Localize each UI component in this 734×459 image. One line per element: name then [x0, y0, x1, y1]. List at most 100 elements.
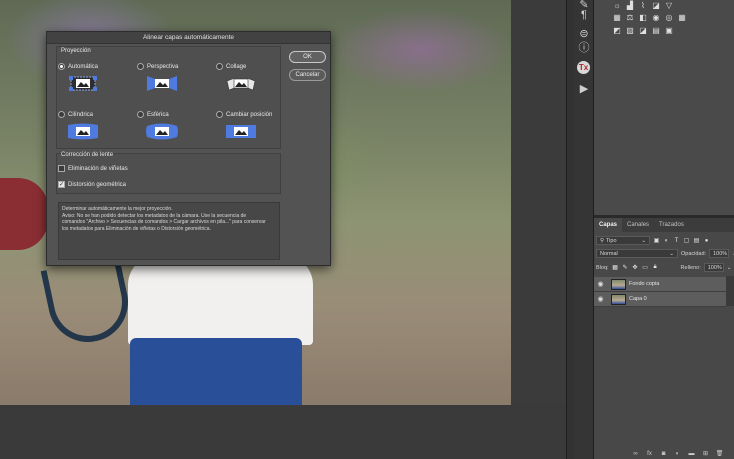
- opacity-field[interactable]: 100%: [709, 249, 730, 258]
- radio-indicator[interactable]: [216, 111, 223, 118]
- blend-mode-dropdown[interactable]: Normal ⌄: [596, 249, 678, 258]
- chevron-down-icon[interactable]: ⌄: [727, 265, 732, 271]
- paragraph-icon[interactable]: ¶: [576, 8, 592, 22]
- adjustment-filter-icon[interactable]: ◐: [663, 237, 670, 244]
- gradient-map-icon[interactable]: ▤: [651, 26, 661, 35]
- link-icon[interactable]: ∞: [632, 450, 639, 457]
- radio-indicator[interactable]: [216, 63, 223, 70]
- play-icon[interactable]: ▶: [576, 81, 592, 95]
- radio-indicator[interactable]: [137, 111, 144, 118]
- layer-filter-dropdown[interactable]: ⚲ Tipo ⌄: [596, 236, 650, 245]
- checkbox-indicator[interactable]: ✓: [58, 181, 65, 188]
- checkbox-eliminacion-vinetas[interactable]: Eliminación de viñetas: [58, 165, 128, 172]
- trash-icon[interactable]: 🗑︎: [716, 450, 724, 457]
- layer-row[interactable]: ◉ Fondo copia: [594, 277, 726, 292]
- exposure-icon[interactable]: ◪: [651, 1, 661, 10]
- checkbox-distorsion-geometrica[interactable]: ✓ Distorsión geométrica: [58, 181, 126, 188]
- info-line: comandos "Archivo > Secuencias de comand…: [62, 219, 266, 225]
- collage-projection-icon: [226, 77, 256, 91]
- levels-icon[interactable]: ▟: [625, 1, 635, 10]
- checkbox-indicator[interactable]: [58, 165, 65, 172]
- layer-filter-row: ⚲ Tipo ⌄ ▣ ◐ T ▢ ▤ ●: [596, 236, 710, 245]
- layers-scrollbar[interactable]: [726, 276, 734, 306]
- auto-align-dialog: Alinear capas automáticamente Proyección…: [46, 31, 331, 266]
- projection-label: Proyección: [61, 48, 91, 54]
- adjustments-row-1: ☼ ▟ ⌇ ◪ ▽: [612, 1, 674, 10]
- blend-mode-value: Normal: [600, 250, 618, 257]
- lock-pixels-icon[interactable]: ✎: [622, 264, 629, 271]
- hue-saturation-icon[interactable]: ▦: [612, 13, 622, 22]
- info-icon[interactable]: ⓘ: [576, 40, 592, 54]
- info-line: los metadatos para Eliminación de viñeta…: [62, 225, 211, 232]
- fill-label: Relleno:: [680, 264, 701, 271]
- pasteboard-right: [511, 0, 566, 405]
- invert-icon[interactable]: ◩: [612, 26, 622, 35]
- selective-color-icon[interactable]: ▣: [664, 26, 674, 35]
- photo-jeans: [130, 338, 302, 405]
- channel-mixer-icon[interactable]: ◎: [664, 13, 674, 22]
- lock-position-icon[interactable]: ✥: [632, 264, 639, 271]
- radio-indicator[interactable]: [58, 111, 65, 118]
- radio-esferica[interactable]: Esférica: [137, 111, 169, 118]
- photo-filter-icon[interactable]: ◉: [651, 13, 661, 22]
- radio-label: Cilíndrica: [68, 111, 94, 118]
- brightness-icon[interactable]: ☼: [612, 1, 622, 10]
- adjustment-layer-icon[interactable]: ◐: [674, 450, 681, 457]
- smart-object-filter-icon[interactable]: ▤: [693, 237, 700, 244]
- radio-perspectiva[interactable]: Perspectiva: [137, 63, 178, 70]
- lock-transparent-icon[interactable]: ▦: [612, 264, 619, 271]
- radio-label: Perspectiva: [147, 63, 179, 70]
- radio-label: Automática: [68, 63, 99, 70]
- eye-icon[interactable]: ◉: [594, 280, 607, 288]
- tab-trazados[interactable]: Trazados: [654, 218, 689, 232]
- black-white-icon[interactable]: ◧: [638, 13, 648, 22]
- layer-thumbnail: [611, 293, 626, 305]
- tab-capas[interactable]: Capas: [594, 218, 623, 232]
- radio-label: Cambiar posición: [226, 111, 273, 118]
- tab-canales[interactable]: Canales: [622, 218, 654, 232]
- radio-collage[interactable]: Collage: [216, 63, 246, 70]
- radio-cambiar-posicion[interactable]: Cambiar posición: [216, 111, 272, 118]
- type-filter-icon[interactable]: T: [673, 237, 680, 244]
- auto-projection-icon: [69, 76, 97, 91]
- properties-icon[interactable]: ⊜: [576, 26, 592, 40]
- folder-icon[interactable]: ▬: [688, 450, 695, 457]
- fx-icon[interactable]: fx: [646, 450, 653, 457]
- filter-toggle-icon[interactable]: ●: [703, 237, 710, 244]
- layers-tabs: Capas Canales Trazados: [594, 218, 734, 232]
- posterize-icon[interactable]: ▨: [625, 26, 635, 35]
- cancel-button[interactable]: Cancelar: [289, 69, 326, 81]
- shape-filter-icon[interactable]: ▢: [683, 237, 690, 244]
- lock-label: Bloq:: [596, 264, 609, 271]
- adjustments-row-3: ◩ ▨ ◪ ▤ ▣: [612, 26, 674, 35]
- lens-correction-label: Corrección de lente: [61, 152, 114, 158]
- lock-artboard-icon[interactable]: ▭: [642, 264, 649, 271]
- photo-arm: [0, 178, 48, 250]
- curves-icon[interactable]: ⌇: [638, 1, 648, 10]
- pasteboard-bottom: [0, 405, 566, 459]
- lock-all-icon[interactable]: 🔒︎: [652, 264, 659, 271]
- mask-icon[interactable]: ◙: [660, 450, 667, 457]
- checkbox-label: Eliminación de viñetas: [68, 165, 128, 172]
- checkbox-label: Distorsión geométrica: [68, 181, 127, 188]
- new-layer-icon[interactable]: ⊞: [702, 450, 709, 457]
- ok-button[interactable]: OK: [289, 51, 326, 63]
- threshold-icon[interactable]: ◪: [638, 26, 648, 35]
- layer-name: Capa 0: [629, 296, 647, 302]
- color-balance-icon[interactable]: ⚖: [625, 13, 635, 22]
- chevron-down-icon: ⌄: [641, 237, 646, 244]
- radio-cilindrica[interactable]: Cilíndrica: [58, 111, 93, 118]
- radio-indicator[interactable]: [137, 63, 144, 70]
- layer-thumbnail: [611, 278, 626, 290]
- radio-indicator[interactable]: [58, 63, 65, 70]
- vibrance-icon[interactable]: ▽: [664, 1, 674, 10]
- fill-field[interactable]: 100%: [703, 263, 724, 272]
- color-lookup-icon[interactable]: ▦: [677, 13, 687, 22]
- pixel-filter-icon[interactable]: ▣: [653, 237, 660, 244]
- radio-automatica[interactable]: Automática: [58, 63, 98, 70]
- layer-row[interactable]: ◉ Capa 0: [594, 292, 726, 307]
- radio-label: Esférica: [147, 111, 169, 118]
- tx-icon[interactable]: Tx: [577, 61, 590, 74]
- radio-label: Collage: [226, 63, 247, 70]
- eye-icon[interactable]: ◉: [594, 295, 607, 303]
